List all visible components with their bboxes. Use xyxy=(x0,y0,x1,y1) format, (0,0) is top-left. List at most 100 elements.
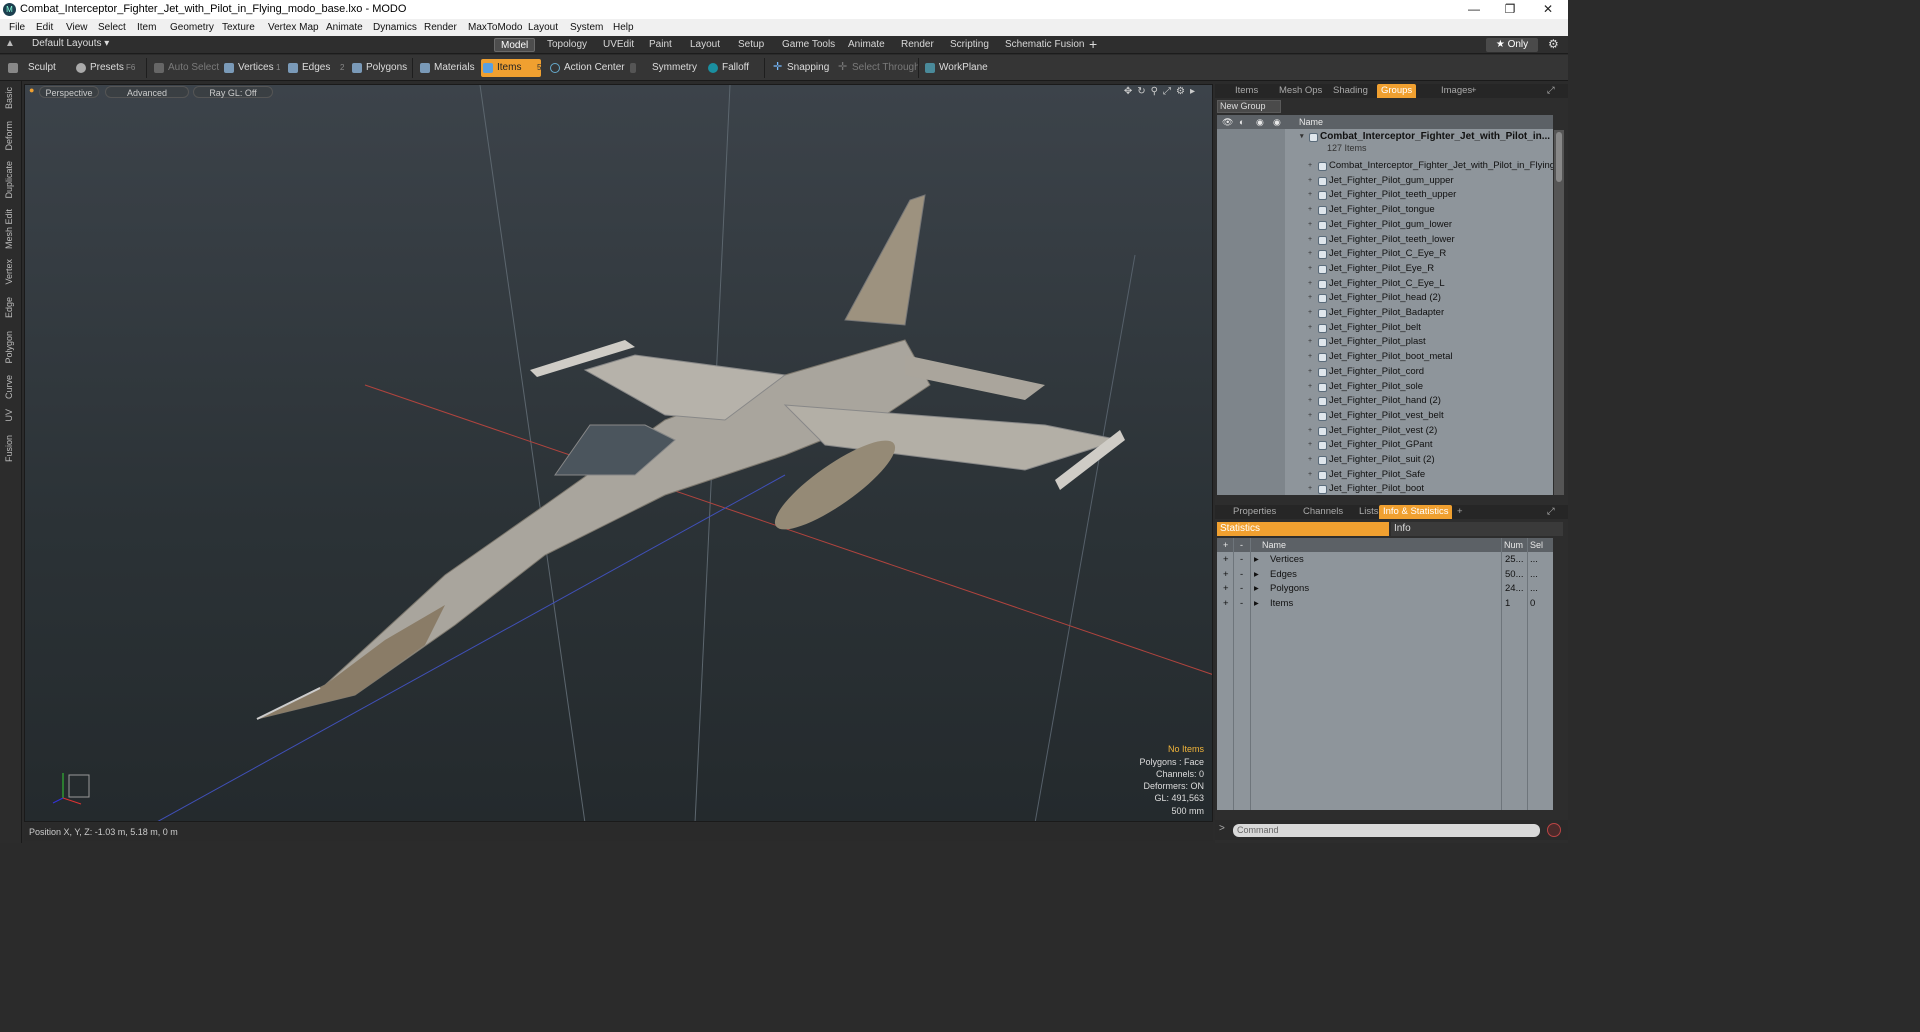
items-button[interactable]: Items xyxy=(481,59,541,77)
tab-basic[interactable]: Basic xyxy=(4,87,14,109)
tab-animate[interactable]: Animate xyxy=(842,38,891,52)
new-group-button[interactable]: New Group xyxy=(1217,100,1281,113)
group-item-row[interactable]: + Jet_Fighter_Pilot_vest (2) xyxy=(1217,424,1553,439)
tab-edge[interactable]: Edge xyxy=(4,297,14,318)
stat-row[interactable]: + - ▸ Vertices 25...... xyxy=(1217,553,1553,568)
auto-select-button[interactable]: Auto Select xyxy=(152,59,219,77)
group-item-row[interactable]: + Jet_Fighter_Pilot_C_Eye_L xyxy=(1217,277,1553,292)
materials-button[interactable]: Materials xyxy=(418,59,475,77)
close-icon[interactable]: ✕ xyxy=(1530,0,1566,19)
menu-maxtomodo[interactable]: MaxToModo xyxy=(468,19,522,36)
menu-item[interactable]: Item xyxy=(137,19,156,36)
tab-properties[interactable]: Properties xyxy=(1229,505,1280,519)
group-item-row[interactable]: + Jet_Fighter_Pilot_hand (2) xyxy=(1217,394,1553,409)
lock-col-icon[interactable]: ◉ xyxy=(1256,115,1264,129)
shading-selector[interactable]: Advanced xyxy=(105,86,189,98)
expand-icon[interactable]: + xyxy=(1308,159,1312,174)
expand-icon[interactable]: + xyxy=(1308,380,1312,395)
expand-icon[interactable]: + xyxy=(1308,174,1312,189)
workplane-button[interactable]: WorkPlane xyxy=(923,59,988,77)
add-stat-icon[interactable]: + xyxy=(1223,597,1229,612)
stat-sel-header[interactable]: Sel xyxy=(1530,538,1543,552)
3d-viewport[interactable]: ● Perspective Advanced Ray GL: Off ✥↻⚲⤢⚙… xyxy=(24,84,1213,822)
tab-model[interactable]: Model xyxy=(494,38,536,52)
remove-stat-icon[interactable]: - xyxy=(1240,582,1243,597)
tab-deform[interactable]: Deform xyxy=(4,121,14,151)
edges-button[interactable]: Edges xyxy=(286,59,330,77)
tab-polygon[interactable]: Polygon xyxy=(4,331,14,364)
only-toggle[interactable]: ★ Only xyxy=(1486,38,1538,52)
menu-select[interactable]: Select xyxy=(98,19,126,36)
group-item-row[interactable]: + Jet_Fighter_Pilot_boot xyxy=(1217,482,1553,495)
tab-shading[interactable]: Shading xyxy=(1329,84,1372,98)
add-tab-icon[interactable]: + xyxy=(1089,36,1097,52)
symmetry-button[interactable]: Symmetry xyxy=(628,59,697,77)
tab-paint[interactable]: Paint xyxy=(643,38,678,52)
tab-schematic-fusion[interactable]: Schematic Fusion xyxy=(999,38,1090,52)
tab-fusion[interactable]: Fusion xyxy=(4,435,14,462)
group-item-row[interactable]: + Jet_Fighter_Pilot_C_Eye_R xyxy=(1217,247,1553,262)
group-item-row[interactable]: + Jet_Fighter_Pilot_sole xyxy=(1217,380,1553,395)
snapping-button[interactable]: ✛ Snapping xyxy=(771,59,829,77)
command-input[interactable]: Command xyxy=(1233,824,1540,837)
tab-groups[interactable]: Groups xyxy=(1377,84,1417,98)
expand-icon[interactable]: + xyxy=(1308,424,1312,439)
menu-help[interactable]: Help xyxy=(613,19,634,36)
remove-stat-icon[interactable]: - xyxy=(1240,568,1243,583)
expand-icon[interactable]: + xyxy=(1308,350,1312,365)
stat-row[interactable]: + - ▸ Edges 50...... xyxy=(1217,568,1553,583)
expand-icon[interactable]: + xyxy=(1308,468,1312,483)
menu-render[interactable]: Render xyxy=(424,19,457,36)
add-panel-tab-icon[interactable]: + xyxy=(1467,84,1481,98)
group-item-row[interactable]: + Jet_Fighter_Pilot_suit (2) xyxy=(1217,453,1553,468)
vertices-button[interactable]: Vertices xyxy=(222,59,274,77)
group-item-row[interactable]: + Jet_Fighter_Pilot_teeth_lower xyxy=(1217,233,1553,248)
expand-icon[interactable]: ▸ xyxy=(1254,568,1259,583)
stat-row[interactable]: + - ▸ Polygons 24...... xyxy=(1217,582,1553,597)
add-stat-icon[interactable]: + xyxy=(1223,582,1229,597)
tab-topology[interactable]: Topology xyxy=(541,38,593,52)
expand-icon[interactable]: + xyxy=(1308,188,1312,203)
group-item-row[interactable]: + Jet_Fighter_Pilot_GPant xyxy=(1217,438,1553,453)
expand-icon[interactable]: + xyxy=(1308,306,1312,321)
maximize-icon[interactable]: ❐ xyxy=(1492,0,1528,19)
record-macro-icon[interactable] xyxy=(1547,823,1561,837)
menu-vertex-map[interactable]: Vertex Map xyxy=(268,19,319,36)
menu-layout[interactable]: Layout xyxy=(528,19,558,36)
tab-duplicate[interactable]: Duplicate xyxy=(4,161,14,199)
tab-scripting[interactable]: Scripting xyxy=(944,38,995,52)
group-item-row[interactable]: + Jet_Fighter_Pilot_tongue xyxy=(1217,203,1553,218)
menu-animate[interactable]: Animate xyxy=(326,19,363,36)
expand-panel-icon[interactable]: ⤢ xyxy=(1543,84,1559,98)
polygons-button[interactable]: Polygons xyxy=(350,59,407,77)
tab-info-statistics[interactable]: Info & Statistics xyxy=(1379,505,1453,519)
group-item-row[interactable]: + Jet_Fighter_Pilot_Safe xyxy=(1217,468,1553,483)
add-col-icon[interactable]: + xyxy=(1223,538,1228,552)
minimize-icon[interactable]: — xyxy=(1456,0,1492,19)
add-stat-icon[interactable]: + xyxy=(1223,553,1229,568)
add-panel-tab-icon[interactable]: + xyxy=(1453,505,1467,519)
stat-row[interactable]: + - ▸ Items 1 0 xyxy=(1217,597,1553,612)
remove-col-icon[interactable]: - xyxy=(1240,538,1243,552)
tab-uvedit[interactable]: UVEdit xyxy=(597,38,640,52)
expand-panel-icon[interactable]: ⤢ xyxy=(1543,505,1559,519)
tab-channels[interactable]: Channels xyxy=(1299,505,1347,519)
group-item-row[interactable]: + Jet_Fighter_Pilot_head (2) xyxy=(1217,291,1553,306)
group-item-row[interactable]: + Jet_Fighter_Pilot_Eye_R xyxy=(1217,262,1553,277)
tab-setup[interactable]: Setup xyxy=(732,38,770,52)
tab-game-tools[interactable]: Game Tools xyxy=(776,38,841,52)
subtab-statistics[interactable]: Statistics xyxy=(1217,522,1389,536)
group-item-row[interactable]: + Jet_Fighter_Pilot_vest_belt xyxy=(1217,409,1553,424)
group-item-row[interactable]: + Jet_Fighter_Pilot_boot_metal xyxy=(1217,350,1553,365)
groups-scrollbar[interactable] xyxy=(1554,130,1564,495)
stat-name-header[interactable]: Name xyxy=(1262,538,1286,552)
expand-icon[interactable]: + xyxy=(1308,203,1312,218)
menu-edit[interactable]: Edit xyxy=(36,19,53,36)
gear-icon[interactable]: ⚙ xyxy=(1548,37,1559,51)
presets-button[interactable]: Presets xyxy=(74,59,124,77)
tab-render[interactable]: Render xyxy=(895,38,940,52)
tab-curve[interactable]: Curve xyxy=(4,375,14,399)
expand-icon[interactable]: ▸ xyxy=(1254,597,1259,612)
add-stat-icon[interactable]: + xyxy=(1223,568,1229,583)
expand-icon[interactable]: + xyxy=(1308,438,1312,453)
